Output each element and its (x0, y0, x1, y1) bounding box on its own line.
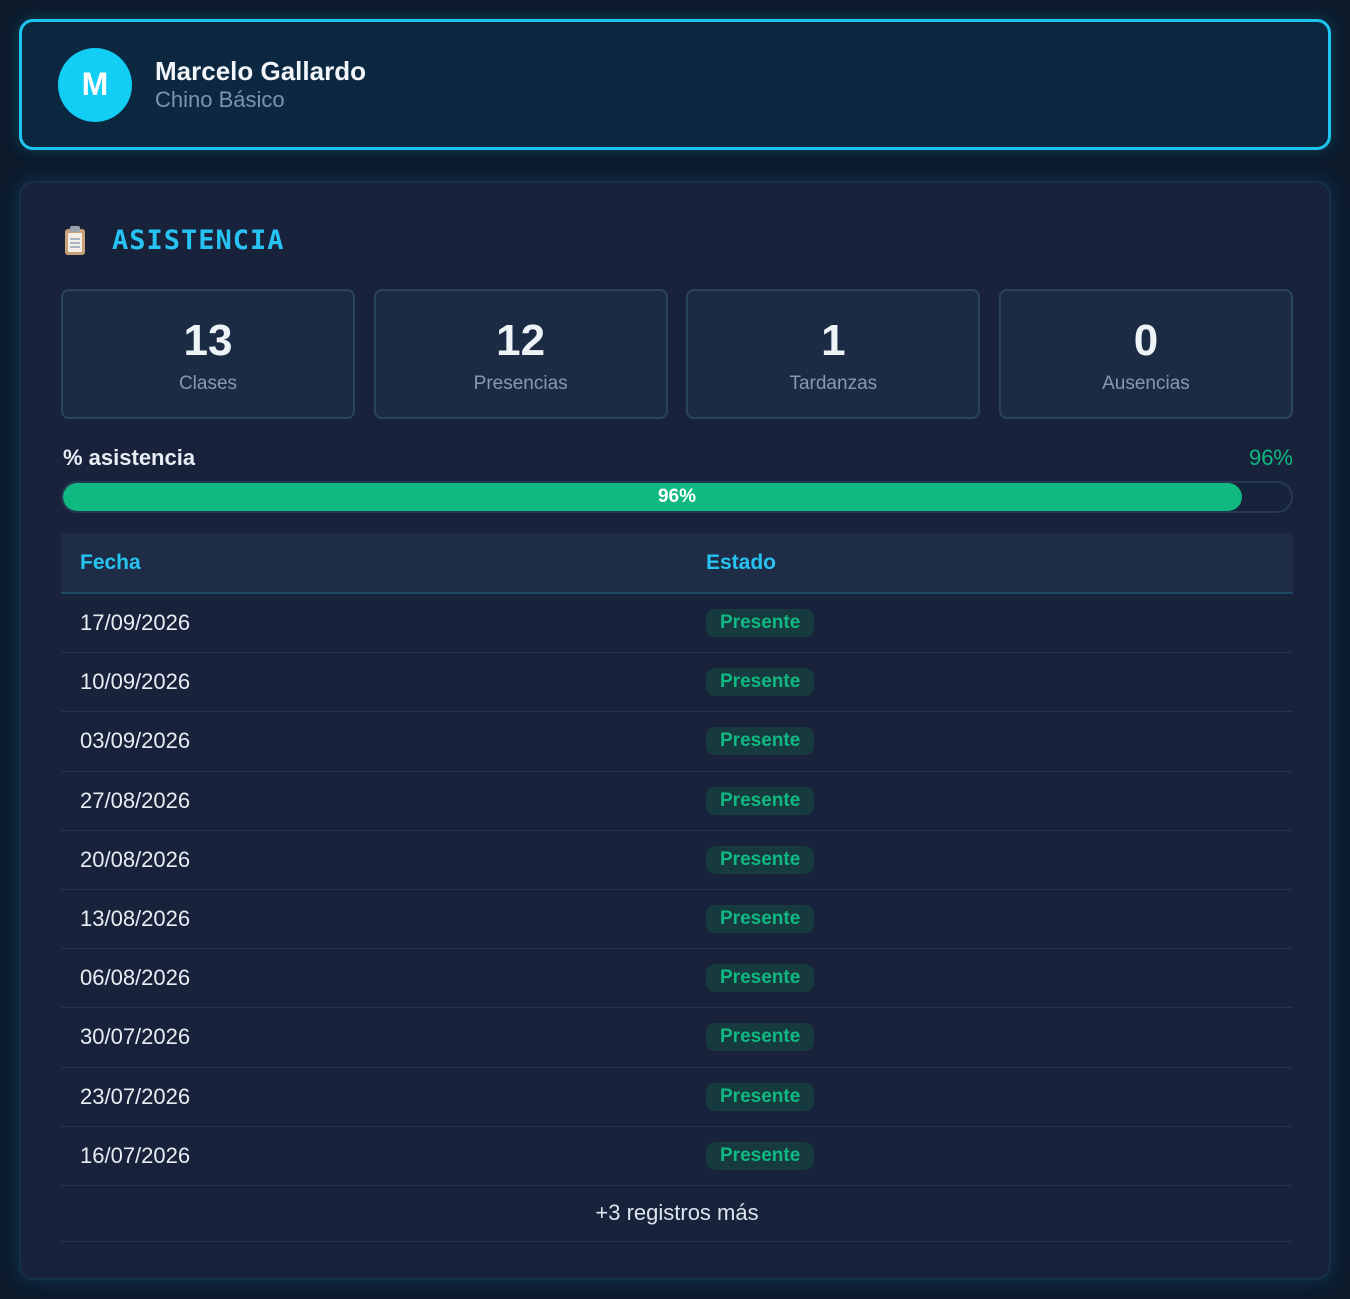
avatar: M (58, 47, 132, 122)
status-badge: Presente (706, 1082, 815, 1111)
row-status-cell: Presente (706, 609, 1293, 638)
stat-label: Ausencias (1102, 373, 1190, 394)
stat-card-ausencias: 0 Ausencias (998, 289, 1293, 419)
row-date: 06/08/2026 (80, 965, 191, 991)
row-date: 30/07/2026 (80, 1024, 191, 1050)
table-header: Fecha Estado (61, 533, 1293, 594)
stat-label: Tardanzas (789, 373, 878, 394)
section-label: ASISTENCIA (112, 225, 285, 256)
row-date: 17/09/2026 (80, 610, 191, 636)
stat-value: 1 (821, 316, 846, 365)
course-name: Chino Básico (155, 86, 285, 112)
attendance-table: Fecha Estado 17/09/2026 Presente 10/09/202… (61, 533, 1293, 1242)
row-status-cell: Presente (706, 1141, 1293, 1170)
status-badge: Presente (706, 1141, 815, 1170)
status-badge: Presente (706, 609, 815, 638)
student-info: Marcelo Gallardo Chino Básico (155, 56, 366, 114)
status-badge: Presente (706, 727, 815, 756)
table-row: 17/09/2026 Presente (61, 594, 1293, 654)
table-row: 13/08/2026 Presente (61, 890, 1293, 950)
stat-card-clases: 13 Clases (61, 289, 355, 419)
status-badge: Presente (706, 905, 815, 934)
table-row: 20/08/2026 Presente (61, 831, 1293, 890)
attendance-label: % asistencia (63, 445, 196, 470)
row-status-cell: Presente (706, 1023, 1293, 1052)
column-header-date: Fecha (80, 550, 141, 574)
table-row: 10/09/2026 Presente (61, 653, 1293, 713)
stat-label: Presencias (473, 373, 568, 394)
attendance-progress-text: 96% (657, 486, 697, 507)
table-body: 17/09/2026 Presente 10/09/2026 Presente 03/0… (61, 594, 1293, 1186)
student-header-card: M Marcelo Gallardo Chino Básico (19, 19, 1331, 150)
table-row: 27/08/2026 Presente (61, 772, 1293, 831)
avatar-initial: M (81, 66, 109, 102)
row-date: 13/08/2026 (80, 906, 191, 932)
stat-card-presencias: 12 Presencias (373, 289, 668, 419)
status-badge: Presente (706, 786, 815, 815)
attendance-progress-header: % asistencia 96% (63, 445, 1293, 475)
student-name: Marcelo Gallardo (155, 55, 366, 86)
attendance-panel: ASISTENCIA 13 Clases 12 Presencias 1 Tar… (19, 181, 1331, 1280)
row-date: 27/08/2026 (80, 787, 191, 813)
column-header-status: Estado (706, 550, 777, 574)
table-row: 06/08/2026 Presente (61, 949, 1293, 1009)
table-row: 23/07/2026 Presente (61, 1068, 1293, 1127)
row-status-cell: Presente (706, 845, 1293, 874)
stat-value: 13 (183, 316, 233, 365)
clipboard-icon (63, 225, 87, 256)
row-date: 10/09/2026 (80, 669, 191, 695)
attendance-value: 96% (1248, 445, 1293, 470)
row-date: 20/08/2026 (80, 846, 191, 872)
row-status-cell: Presente (706, 905, 1293, 934)
row-date: 23/07/2026 (80, 1083, 191, 1109)
table-row: 16/07/2026 Presente (61, 1127, 1293, 1186)
attendance-progress-bar: 96% (61, 481, 1293, 513)
status-badge: Presente (706, 845, 815, 874)
table-row: 30/07/2026 Presente (61, 1008, 1293, 1068)
row-status-cell: Presente (706, 727, 1293, 756)
row-status-cell: Presente (706, 964, 1293, 993)
status-badge: Presente (706, 668, 815, 697)
stat-label: Clases (178, 373, 238, 394)
stats-row: 13 Clases 12 Presencias 1 Tardanzas 0 Au… (61, 289, 1293, 419)
table-row: 03/09/2026 Presente (61, 712, 1293, 772)
status-badge: Presente (706, 1023, 815, 1052)
row-status-cell: Presente (706, 1082, 1293, 1111)
more-records-link[interactable]: +3 registros más (61, 1186, 1293, 1242)
status-badge: Presente (706, 964, 815, 993)
stat-value: 12 (496, 316, 546, 365)
row-date: 16/07/2026 (80, 1142, 191, 1168)
stat-card-tardanzas: 1 Tardanzas (686, 289, 981, 419)
section-title: ASISTENCIA (63, 225, 285, 256)
row-date: 03/09/2026 (80, 728, 191, 754)
row-status-cell: Presente (706, 786, 1293, 815)
stat-value: 0 (1133, 316, 1159, 365)
row-status-cell: Presente (706, 668, 1293, 697)
